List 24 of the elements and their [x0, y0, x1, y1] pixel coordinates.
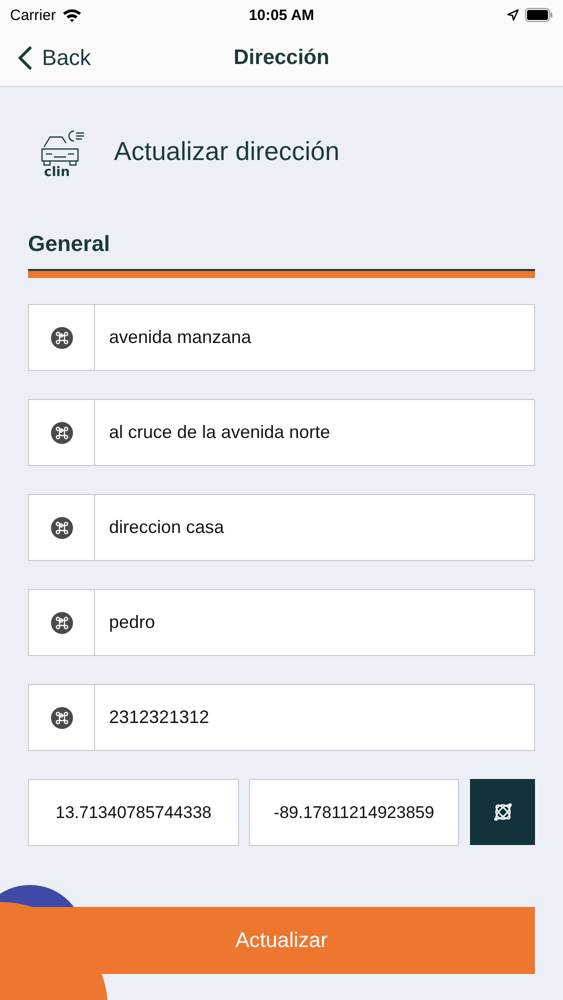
battery-icon [525, 8, 553, 22]
section-heading: General [28, 231, 111, 257]
globe-orbit-icon [492, 801, 514, 823]
latitude-field[interactable]: 13.71340785744338 [28, 779, 239, 846]
command-icon [50, 706, 72, 728]
wifi-icon [62, 8, 82, 22]
command-icon [50, 422, 72, 444]
command-icon [50, 516, 72, 538]
location-button[interactable] [470, 779, 535, 845]
command-icon [50, 326, 72, 348]
location-arrow-icon [507, 9, 519, 21]
back-button[interactable]: Back [0, 45, 91, 71]
input-field[interactable]: pedro [95, 589, 535, 656]
input-field[interactable]: al cruce de la avenida norte [95, 399, 535, 466]
page-heading: Actualizar dirección [114, 136, 340, 167]
screen-title: Dirección [234, 46, 330, 70]
carrier-label: Carrier [10, 6, 56, 24]
input-field[interactable]: direccion casa [95, 494, 535, 561]
command-icon [50, 612, 72, 634]
input-field[interactable]: 2312321312 [95, 684, 535, 751]
input-field[interactable]: avenida manzana [95, 304, 535, 371]
chevron-left-icon [18, 46, 32, 70]
longitude-field[interactable]: -89.17811214923859 [249, 779, 459, 846]
clock-time: 10:05 AM [248, 6, 314, 24]
